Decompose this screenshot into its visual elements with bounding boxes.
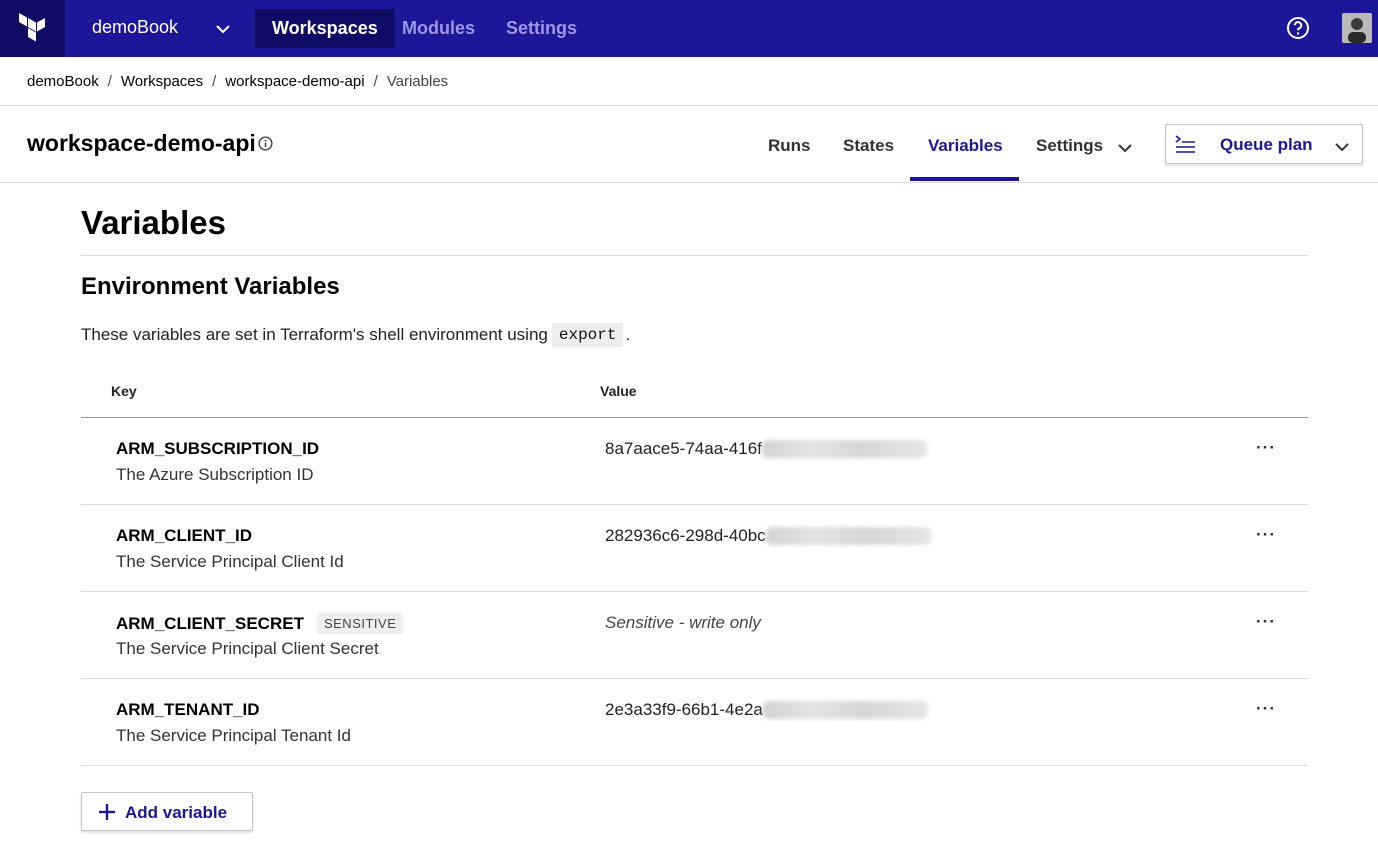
variable-value: 8a7aace5-74aa-416f xyxy=(605,439,927,459)
redacted-value xyxy=(762,701,928,719)
variable-description: The Service Principal Client Secret xyxy=(116,639,379,658)
tab-settings[interactable]: Settings xyxy=(1036,136,1103,156)
breadcrumb-current: Variables xyxy=(386,73,449,90)
divider xyxy=(81,255,1308,256)
row-divider xyxy=(81,765,1308,766)
page-title: Variables xyxy=(81,204,226,241)
variable-key: ARM_TENANT_ID xyxy=(116,700,260,719)
variable-key-with-badge: ARM_CLIENT_SECRET SENSITIVE xyxy=(116,613,404,634)
variable-key: ARM_SUBSCRIPTION_ID xyxy=(116,439,320,458)
description-period: . xyxy=(625,325,631,344)
variable-description: The Service Principal Client Id xyxy=(116,552,344,571)
breadcrumb-separator: / xyxy=(107,73,112,90)
org-switcher-label[interactable]: demoBook xyxy=(92,17,178,38)
row-divider xyxy=(81,504,1308,505)
terraform-logo-icon[interactable] xyxy=(0,0,65,57)
column-header-key: Key xyxy=(111,383,137,399)
variable-description: The Azure Subscription ID xyxy=(116,465,314,484)
redacted-value xyxy=(765,527,931,545)
terminal-list-icon xyxy=(1175,135,1195,153)
breadcrumb: demoBook / Workspaces / workspace-demo-a… xyxy=(27,73,448,90)
queue-plan-button[interactable]: Queue plan xyxy=(1165,124,1363,164)
divider xyxy=(0,182,1378,183)
row-actions-menu[interactable]: ··· xyxy=(1256,525,1276,545)
variable-value: 2e3a33f9-66b1-4e2a xyxy=(605,700,928,720)
queue-plan-label: Queue plan xyxy=(1220,135,1313,154)
row-actions-menu[interactable]: ··· xyxy=(1256,438,1276,458)
variable-value-text: 8a7aace5-74aa-416f xyxy=(605,439,762,458)
row-divider xyxy=(81,591,1308,592)
workspace-title: workspace-demo-api xyxy=(27,130,256,156)
breadcrumb-workspaces[interactable]: Workspaces xyxy=(121,73,203,90)
column-header-value: Value xyxy=(600,383,637,399)
row-actions-menu[interactable]: ··· xyxy=(1256,699,1276,719)
chevron-down-icon[interactable] xyxy=(1334,139,1350,155)
variable-value-sensitive: Sensitive - write only xyxy=(605,613,761,632)
chevron-down-icon[interactable] xyxy=(215,21,231,37)
add-variable-button[interactable]: Add variable xyxy=(81,792,253,831)
tab-runs[interactable]: Runs xyxy=(768,136,811,156)
section-description: These variables are set in Terraform's s… xyxy=(81,323,630,347)
variable-description: The Service Principal Tenant Id xyxy=(116,726,351,745)
breadcrumb-separator: / xyxy=(212,73,217,90)
variable-key: ARM_CLIENT_SECRET xyxy=(116,613,304,633)
active-tab-indicator xyxy=(910,177,1019,181)
divider xyxy=(0,105,1378,106)
chevron-down-icon[interactable] xyxy=(1117,140,1133,156)
variable-value-text: 2e3a33f9-66b1-4e2a xyxy=(605,700,763,719)
section-title: Environment Variables xyxy=(81,273,340,300)
variable-value: 282936c6-298d-40bc xyxy=(605,526,931,546)
redacted-value xyxy=(761,440,927,458)
tab-variables[interactable]: Variables xyxy=(928,136,1003,156)
breadcrumb-workspace[interactable]: workspace-demo-api xyxy=(225,73,364,90)
nav-tab-settings[interactable]: Settings xyxy=(489,9,594,48)
top-nav: demoBook Workspaces Modules Settings xyxy=(0,0,1378,57)
plus-icon xyxy=(99,804,115,820)
row-actions-menu[interactable]: ··· xyxy=(1256,612,1276,632)
breadcrumb-separator: / xyxy=(373,73,378,90)
sensitive-badge: SENSITIVE xyxy=(316,613,404,634)
nav-tab-modules[interactable]: Modules xyxy=(385,9,492,48)
nav-tab-workspaces[interactable]: Workspaces xyxy=(255,9,395,48)
variable-value-text: 282936c6-298d-40bc xyxy=(605,526,766,545)
avatar[interactable] xyxy=(1342,13,1372,43)
add-variable-label: Add variable xyxy=(125,803,228,822)
description-text: These variables are set in Terraform's s… xyxy=(81,325,548,344)
help-circle-icon[interactable] xyxy=(1286,16,1310,40)
breadcrumb-org[interactable]: demoBook xyxy=(27,73,99,90)
info-icon[interactable] xyxy=(258,136,273,151)
code-snippet: export xyxy=(551,323,624,347)
table-header-divider xyxy=(81,417,1308,418)
variable-key: ARM_CLIENT_ID xyxy=(116,526,253,545)
row-divider xyxy=(81,678,1308,679)
tab-states[interactable]: States xyxy=(843,136,894,156)
